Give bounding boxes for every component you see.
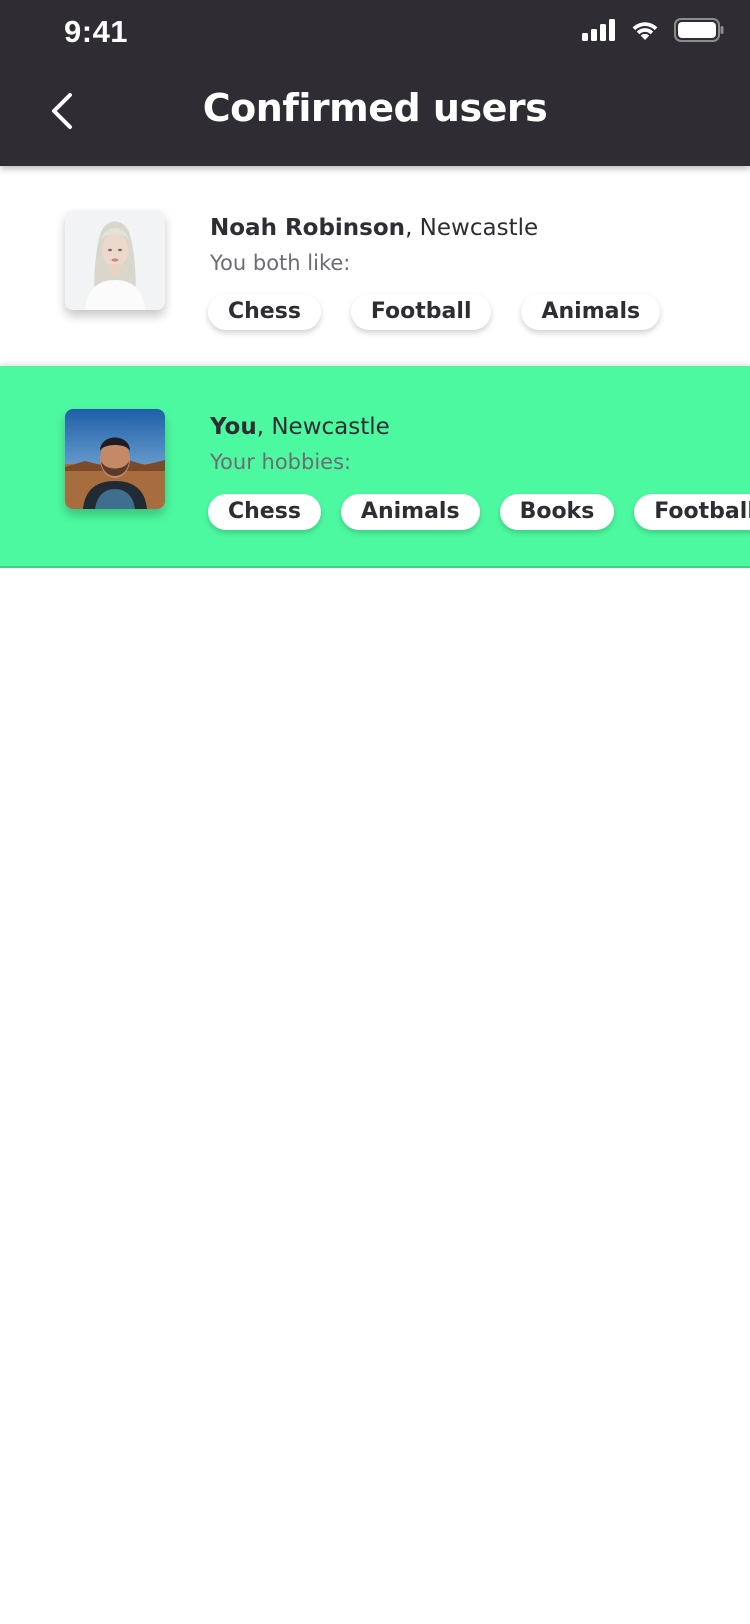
interest-tag-football[interactable]: Football <box>350 294 492 330</box>
hobby-tag-books[interactable]: Books <box>499 494 615 530</box>
status-icons <box>582 18 724 42</box>
avatar-noah-robinson[interactable] <box>65 210 165 310</box>
wifi-icon <box>632 22 658 40</box>
battery-icon <box>674 18 724 42</box>
user-location: , Newcastle <box>405 215 539 241</box>
shared-interests-label: You both like: <box>210 251 351 275</box>
current-user-card[interactable]: You, Newcastle Your hobbies: Chess Anima… <box>0 366 750 568</box>
user-name-line: Noah Robinson, Newcastle <box>210 212 538 244</box>
matched-user-card[interactable]: Noah Robinson, Newcastle You both like: … <box>0 166 750 366</box>
cellular-signal-icon <box>582 19 615 41</box>
matched-user-info: Noah Robinson, Newcastle You both like: <box>210 212 538 278</box>
hobby-tag-chess[interactable]: Chess <box>208 494 321 530</box>
hobby-tag-football[interactable]: Football <box>634 494 750 530</box>
avatar-you[interactable] <box>65 409 165 509</box>
status-time: 9:41 <box>64 14 129 49</box>
user-name: You <box>210 414 257 440</box>
shared-interest-tags: Chess Football Animals <box>208 294 661 330</box>
hobby-tag-animals[interactable]: Animals <box>340 494 480 530</box>
current-user-info: You, Newcastle Your hobbies: <box>210 411 390 477</box>
user-name-line: You, Newcastle <box>210 411 390 443</box>
hobbies-label: Your hobbies: <box>210 450 352 474</box>
app-header: 9:41 Confirmed users <box>0 0 750 166</box>
interest-tag-chess[interactable]: Chess <box>208 294 321 330</box>
hobby-tags: Chess Animals Books Football <box>208 494 750 530</box>
page-title: Confirmed users <box>202 86 548 130</box>
interest-tag-animals[interactable]: Animals <box>521 294 661 330</box>
user-name: Noah Robinson <box>210 215 406 241</box>
user-location: , Newcastle <box>256 414 390 440</box>
